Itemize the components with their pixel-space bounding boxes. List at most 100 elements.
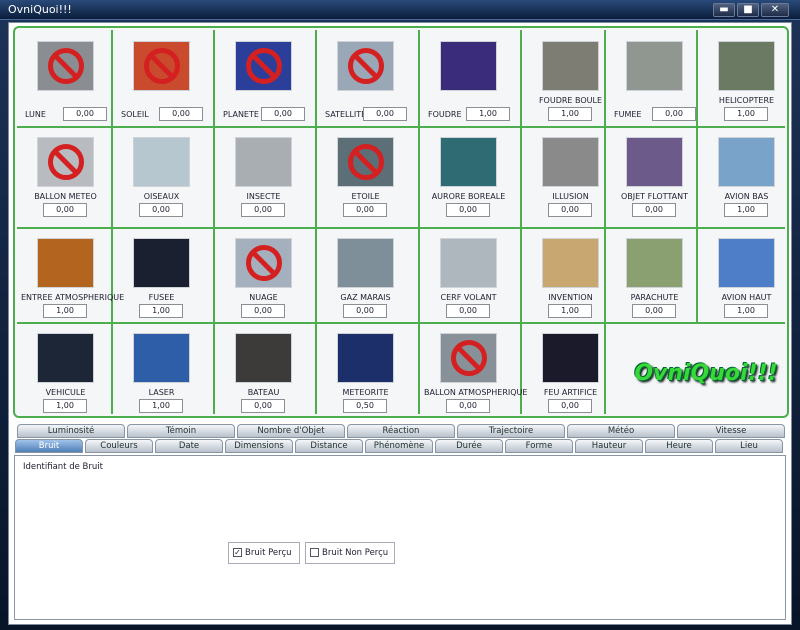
phenomenon-thumbnail[interactable] <box>235 238 292 288</box>
phenomenon-cell[interactable]: AURORE BOREALE 0,00 <box>420 128 517 225</box>
tab-mto[interactable]: Météo <box>567 424 675 438</box>
tab-forme[interactable]: Forme <box>505 439 573 453</box>
phenomenon-value-field[interactable]: 0,00 <box>548 399 592 413</box>
phenomenon-cell[interactable]: OBJET FLOTTANT 0,00 <box>606 128 703 225</box>
phenomenon-thumbnail[interactable] <box>626 137 683 187</box>
phenomenon-cell[interactable]: ILLUSION 0,00 <box>522 128 619 225</box>
phenomenon-value-field[interactable]: 0,00 <box>343 203 387 217</box>
maximize-button[interactable]: ■ <box>737 3 759 17</box>
phenomenon-value-field[interactable]: 0,00 <box>548 203 592 217</box>
phenomenon-thumbnail[interactable] <box>235 333 292 383</box>
tab-nombredobjet[interactable]: Nombre d'Objet <box>237 424 345 438</box>
phenomenon-value-field[interactable]: 1,00 <box>43 399 87 413</box>
phenomenon-thumbnail[interactable] <box>718 137 775 187</box>
phenomenon-thumbnail[interactable] <box>337 137 394 187</box>
phenomenon-value-field[interactable]: 0,00 <box>261 107 305 121</box>
phenomenon-thumbnail[interactable] <box>37 333 94 383</box>
tab-hauteur[interactable]: Hauteur <box>575 439 643 453</box>
phenomenon-cell[interactable]: METEORITE 0,50 <box>317 324 414 421</box>
phenomenon-value-field[interactable]: 0,00 <box>241 399 285 413</box>
phenomenon-cell[interactable]: GAZ MARAIS 0,00 <box>317 229 414 326</box>
minimize-button[interactable]: ▬ <box>713 3 735 17</box>
phenomenon-thumbnail[interactable] <box>440 333 497 383</box>
phenomenon-cell[interactable]: BALLON METEO 0,00 <box>17 128 114 225</box>
phenomenon-value-field[interactable]: 1,00 <box>548 107 592 121</box>
phenomenon-value-field[interactable]: 0,00 <box>446 203 490 217</box>
phenomenon-cell[interactable]: AVION BAS 1,00 <box>698 128 795 225</box>
phenomenon-cell[interactable]: LUNE 0,00 <box>17 32 114 129</box>
phenomenon-thumbnail[interactable] <box>718 238 775 288</box>
phenomenon-value-field[interactable]: 0,00 <box>632 304 676 318</box>
phenomenon-cell[interactable]: ETOILE 0,00 <box>317 128 414 225</box>
bruit-percu-checkbox[interactable]: ✓ Bruit Perçu <box>228 542 300 564</box>
close-button[interactable]: ✕ <box>761 3 789 17</box>
phenomenon-thumbnail[interactable] <box>133 41 190 91</box>
phenomenon-value-field[interactable]: 1,00 <box>548 304 592 318</box>
phenomenon-cell[interactable]: BATEAU 0,00 <box>215 324 312 421</box>
phenomenon-cell[interactable]: FOUDRE BOULE 1,00 <box>522 32 619 129</box>
tab-distance[interactable]: Distance <box>295 439 363 453</box>
phenomenon-cell[interactable]: SOLEIL 0,00 <box>113 32 210 129</box>
phenomenon-cell[interactable]: LASER 1,00 <box>113 324 210 421</box>
tab-vitesse[interactable]: Vitesse <box>677 424 785 438</box>
tab-dure[interactable]: Durée <box>435 439 503 453</box>
phenomenon-thumbnail[interactable] <box>337 41 394 91</box>
phenomenon-thumbnail[interactable] <box>626 41 683 91</box>
phenomenon-thumbnail[interactable] <box>133 137 190 187</box>
phenomenon-value-field[interactable]: 0,00 <box>159 107 203 121</box>
phenomenon-value-field[interactable]: 1,00 <box>724 304 768 318</box>
phenomenon-thumbnail[interactable] <box>235 137 292 187</box>
phenomenon-thumbnail[interactable] <box>440 41 497 91</box>
phenomenon-value-field[interactable]: 0,50 <box>343 399 387 413</box>
phenomenon-cell[interactable]: HELICOPTERE 1,00 <box>698 32 795 129</box>
phenomenon-thumbnail[interactable] <box>37 137 94 187</box>
phenomenon-value-field[interactable]: 0,00 <box>241 304 285 318</box>
phenomenon-cell[interactable]: BALLON ATMOSPHERIQUE 0,00 <box>420 324 527 421</box>
tab-bruit[interactable]: Bruit <box>15 439 83 453</box>
phenomenon-value-field[interactable]: 1,00 <box>466 107 510 121</box>
phenomenon-value-field[interactable]: 0,00 <box>652 107 696 121</box>
phenomenon-thumbnail[interactable] <box>133 238 190 288</box>
phenomenon-thumbnail[interactable] <box>37 41 94 91</box>
phenomenon-value-field[interactable]: 0,00 <box>63 107 107 121</box>
tab-lieu[interactable]: Lieu <box>715 439 783 453</box>
phenomenon-thumbnail[interactable] <box>542 333 599 383</box>
phenomenon-value-field[interactable]: 0,00 <box>343 304 387 318</box>
phenomenon-value-field[interactable]: 1,00 <box>139 304 183 318</box>
phenomenon-thumbnail[interactable] <box>37 238 94 288</box>
phenomenon-cell[interactable]: INVENTION 1,00 <box>522 229 619 326</box>
phenomenon-thumbnail[interactable] <box>626 238 683 288</box>
phenomenon-thumbnail[interactable] <box>542 137 599 187</box>
phenomenon-cell[interactable]: NUAGE 0,00 <box>215 229 312 326</box>
phenomenon-cell[interactable]: SATELLITE 0,00 <box>317 32 414 129</box>
phenomenon-cell[interactable]: FOUDRE 1,00 <box>420 32 517 129</box>
phenomenon-cell[interactable]: OISEAUX 0,00 <box>113 128 210 225</box>
tab-couleurs[interactable]: Couleurs <box>85 439 153 453</box>
phenomenon-thumbnail[interactable] <box>337 333 394 383</box>
tab-tmoin[interactable]: Témoin <box>127 424 235 438</box>
phenomenon-value-field[interactable]: 0,00 <box>363 107 407 121</box>
phenomenon-value-field[interactable]: 0,00 <box>241 203 285 217</box>
phenomenon-cell[interactable]: AVION HAUT 1,00 <box>698 229 795 326</box>
phenomenon-cell[interactable]: FEU ARTIFICE 0,00 <box>522 324 619 421</box>
phenomenon-value-field[interactable]: 0,00 <box>43 203 87 217</box>
phenomenon-cell[interactable]: PLANETE 0,00 <box>215 32 312 129</box>
tab-phnomne[interactable]: Phénomène <box>365 439 433 453</box>
phenomenon-cell[interactable]: VEHICULE 1,00 <box>17 324 114 421</box>
phenomenon-value-field[interactable]: 0,00 <box>446 399 490 413</box>
phenomenon-cell[interactable]: INSECTE 0,00 <box>215 128 312 225</box>
phenomenon-cell[interactable]: CERF VOLANT 0,00 <box>420 229 517 326</box>
phenomenon-thumbnail[interactable] <box>542 238 599 288</box>
phenomenon-cell[interactable]: FUSEE 1,00 <box>113 229 210 326</box>
phenomenon-value-field[interactable]: 0,00 <box>446 304 490 318</box>
tab-raction[interactable]: Réaction <box>347 424 455 438</box>
bruit-non-percu-checkbox[interactable]: Bruit Non Perçu <box>305 542 395 564</box>
tab-dimensions[interactable]: Dimensions <box>225 439 293 453</box>
tab-date[interactable]: Date <box>155 439 223 453</box>
tab-heure[interactable]: Heure <box>645 439 713 453</box>
phenomenon-value-field[interactable]: 1,00 <box>724 203 768 217</box>
phenomenon-cell[interactable]: ENTREE ATMOSPHERIQUE 1,00 <box>17 229 124 326</box>
phenomenon-thumbnail[interactable] <box>440 238 497 288</box>
phenomenon-value-field[interactable]: 1,00 <box>43 304 87 318</box>
tab-luminosit[interactable]: Luminosité <box>17 424 125 438</box>
